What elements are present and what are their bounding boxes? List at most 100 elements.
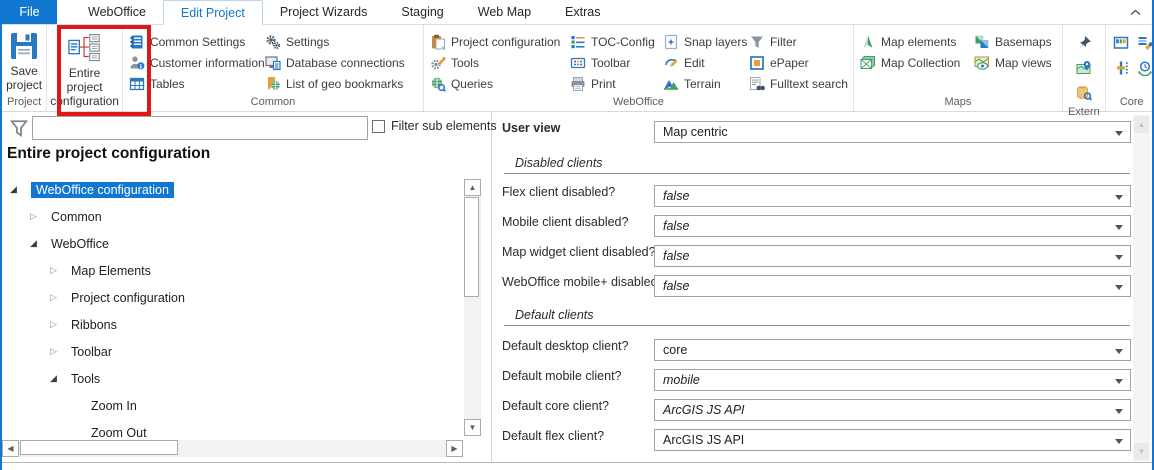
- tree-expanded-icon[interactable]: ◢: [30, 238, 51, 249]
- scroll-right-button[interactable]: ▶: [446, 440, 463, 457]
- core-panel-button[interactable]: [1110, 32, 1132, 53]
- basemaps-button[interactable]: Basemaps: [971, 31, 1059, 52]
- map-collection-button[interactable]: Map Collection: [857, 52, 971, 73]
- default-mobile-client-label: Default mobile client?: [502, 369, 622, 383]
- tables-button[interactable]: Tables: [126, 73, 262, 94]
- extern-database-search-button[interactable]: [1073, 82, 1095, 103]
- core-slider-button[interactable]: [1110, 57, 1132, 78]
- user-view-dropdown[interactable]: Map centric: [654, 121, 1131, 143]
- weboffice-mobile-plus-disabled-dropdown[interactable]: false: [654, 275, 1131, 297]
- database-connections-button[interactable]: Database connections: [262, 52, 420, 73]
- default-desktop-client-dropdown[interactable]: core: [654, 339, 1131, 361]
- entire-project-configuration-label: Entire project configuration: [50, 66, 119, 109]
- tree-item-zoom-in[interactable]: Zoom In: [2, 392, 462, 419]
- toolbar-button[interactable]: Toolbar: [567, 52, 660, 73]
- pencil-arrows-icon: [663, 55, 679, 71]
- scrollbar-thumb[interactable]: [464, 197, 479, 297]
- tree-item-map-elements[interactable]: ▷ Map Elements: [2, 257, 462, 284]
- filter-sub-elements-checkbox[interactable]: [372, 120, 385, 133]
- project-tree-icon: [67, 32, 102, 64]
- map-widget-client-disabled-dropdown[interactable]: false: [654, 245, 1131, 267]
- save-project-button[interactable]: Save project: [5, 27, 43, 92]
- group-label-project: Project: [7, 96, 42, 108]
- extern-map-marker-button[interactable]: [1073, 57, 1095, 78]
- epaper-button[interactable]: ePaper: [746, 52, 850, 73]
- person-info-icon: [129, 55, 145, 71]
- filter-button[interactable]: Filter: [746, 31, 850, 52]
- tree-item-project-configuration[interactable]: ▷ Project configuration: [2, 284, 462, 311]
- edit-button[interactable]: Edit: [660, 52, 746, 73]
- flex-client-disabled-dropdown[interactable]: false: [654, 185, 1131, 207]
- map-elements-button[interactable]: Map elements: [857, 31, 971, 52]
- scroll-up-button[interactable]: ▲: [464, 179, 481, 196]
- group-label-extern: Extern: [1067, 106, 1100, 118]
- tab-edit-project[interactable]: Edit Project: [162, 0, 263, 25]
- tree-collapsed-icon[interactable]: ▷: [50, 292, 71, 303]
- tab-file[interactable]: File: [2, 0, 57, 24]
- printer-icon: [570, 76, 586, 92]
- form-vertical-scrollbar[interactable]: ▲ ▼: [1133, 115, 1150, 461]
- tree-item-weboffice-configuration[interactable]: ◢ WebOffice configuration: [2, 176, 462, 203]
- list-of-geo-bookmarks-button[interactable]: List of geo bookmarks: [262, 73, 420, 94]
- section-divider: [504, 325, 1130, 326]
- scrollbar-thumb[interactable]: [20, 440, 178, 455]
- tab-extras[interactable]: Extras: [548, 0, 617, 24]
- tree-item-weboffice[interactable]: ◢ WebOffice: [2, 230, 462, 257]
- chevron-down-icon: [1115, 195, 1123, 200]
- tree-collapsed-icon[interactable]: ▷: [50, 265, 71, 276]
- queries-button[interactable]: Queries: [427, 73, 567, 94]
- default-flex-client-label: Default flex client?: [502, 429, 605, 443]
- tree-vertical-scrollbar[interactable]: ▲ ▼: [464, 179, 481, 436]
- toc-config-button[interactable]: TOC-Config: [567, 31, 660, 52]
- tree-collapsed-icon[interactable]: ▷: [50, 319, 71, 330]
- filter-sub-elements-label: Filter sub elements: [391, 119, 497, 133]
- scroll-down-button[interactable]: ▼: [1134, 443, 1149, 460]
- tab-web-map[interactable]: Web Map: [461, 0, 548, 24]
- chevron-down-icon: [1115, 285, 1123, 290]
- collapse-ribbon-button[interactable]: [1118, 0, 1152, 24]
- filter-input[interactable]: [32, 116, 368, 140]
- snap-layers-button[interactable]: Snap layers: [660, 31, 747, 52]
- tree-horizontal-scrollbar[interactable]: ◀ ▶: [2, 440, 463, 457]
- tree-item-toolbar[interactable]: ▷ Toolbar: [2, 338, 462, 365]
- group-label-core: Core: [1119, 96, 1144, 108]
- project-configuration-button[interactable]: Project configuration: [427, 31, 567, 52]
- map-views-button[interactable]: Map views: [971, 52, 1059, 73]
- text-binoculars-icon: [749, 76, 765, 92]
- ribbon-group-project: Save project Project: [2, 25, 48, 111]
- scroll-down-button[interactable]: ▼: [464, 419, 481, 436]
- entire-project-configuration-button[interactable]: Entire project configuration: [50, 27, 119, 108]
- tree-item-tools[interactable]: ◢ Tools: [2, 365, 462, 392]
- page-title: Entire project configuration: [7, 145, 211, 162]
- scroll-left-button[interactable]: ◀: [2, 440, 19, 457]
- settings-button[interactable]: Settings: [262, 31, 420, 52]
- default-flex-client-dropdown[interactable]: ArcGIS JS API: [654, 429, 1131, 451]
- tree-item-ribbons[interactable]: ▷ Ribbons: [2, 311, 462, 338]
- tab-project-wizards[interactable]: Project Wizards: [263, 0, 385, 24]
- common-settings-button[interactable]: Common Settings: [126, 31, 262, 52]
- extern-pushpin-button[interactable]: [1073, 32, 1095, 53]
- print-button[interactable]: Print: [567, 73, 660, 94]
- filter-funnel-icon: [9, 119, 29, 142]
- tree-expanded-icon[interactable]: ◢: [50, 373, 71, 384]
- clock-icon: [1137, 60, 1152, 76]
- page-sparkle-icon: [663, 34, 679, 50]
- core-wrench-button[interactable]: [1134, 32, 1152, 53]
- customer-information-button[interactable]: Customer information: [126, 52, 265, 73]
- fulltext-search-button[interactable]: Fulltext search: [746, 73, 850, 94]
- core-clock-button[interactable]: [1134, 57, 1152, 78]
- default-mobile-client-dropdown[interactable]: mobile: [654, 369, 1131, 391]
- ribbon-group-entire-project: Entire project configuration: [47, 25, 123, 111]
- tree-collapsed-icon[interactable]: ▷: [30, 211, 51, 222]
- tab-staging[interactable]: Staging: [384, 0, 460, 24]
- default-core-client-dropdown[interactable]: ArcGIS JS API: [654, 399, 1131, 421]
- tree-item-common[interactable]: ▷ Common: [2, 203, 462, 230]
- terrain-button[interactable]: Terrain: [660, 73, 746, 94]
- tree-expanded-icon[interactable]: ◢: [10, 184, 31, 195]
- scroll-up-button[interactable]: ▲: [1134, 116, 1149, 133]
- tools-button[interactable]: Tools: [427, 52, 567, 73]
- tree-collapsed-icon[interactable]: ▷: [50, 346, 71, 357]
- globe-search-icon: [430, 76, 446, 92]
- mobile-client-disabled-dropdown[interactable]: false: [654, 215, 1131, 237]
- tab-weboffice[interactable]: WebOffice: [71, 0, 163, 24]
